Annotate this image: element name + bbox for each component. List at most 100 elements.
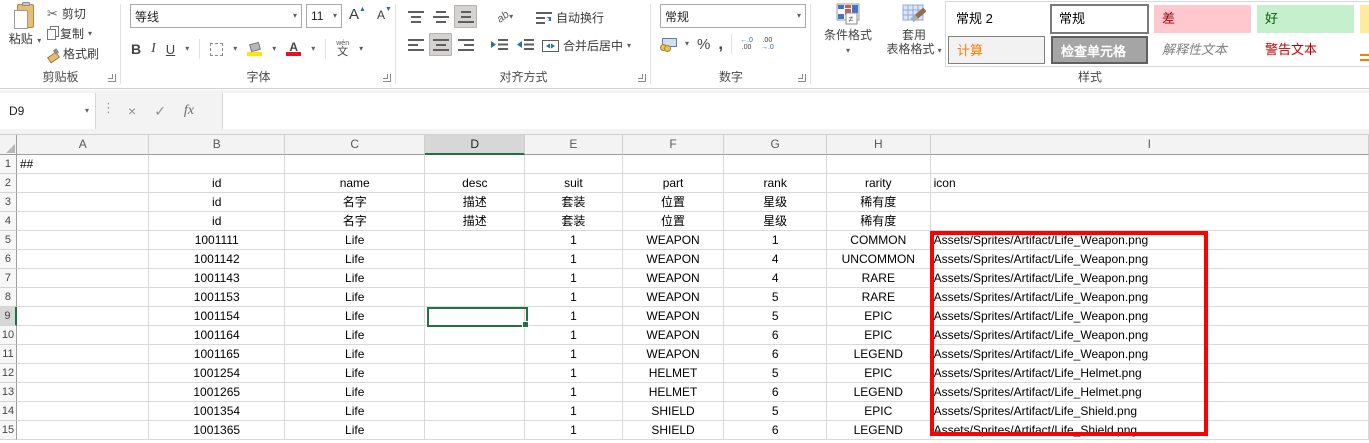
cell-I5[interactable]: Assets/Sprites/Artifact/Life_Weapon.png [931, 231, 1369, 250]
cell-F7[interactable]: WEAPON [623, 269, 725, 288]
cell-B6[interactable]: 1001142 [149, 250, 285, 269]
cell-B14[interactable]: 1001354 [149, 402, 285, 421]
cell-F11[interactable]: WEAPON [623, 345, 725, 364]
cell-F8[interactable]: WEAPON [623, 288, 725, 307]
row-header-12[interactable]: 12 [0, 364, 17, 383]
cell-H8[interactable]: RARE [827, 288, 931, 307]
align-top-button[interactable] [404, 5, 427, 28]
cell-G10[interactable]: 6 [724, 326, 827, 345]
cell-E10[interactable]: 1 [525, 326, 623, 345]
cell-A8[interactable] [17, 288, 150, 307]
cell-D8[interactable] [425, 288, 525, 307]
comma-style-button[interactable]: , [718, 39, 723, 49]
cell-E13[interactable]: 1 [525, 383, 623, 402]
cell-A13[interactable] [17, 383, 150, 402]
cell-I15[interactable]: Assets/Sprites/Artifact/Life_Shield.png [931, 421, 1369, 440]
cell-A15[interactable] [17, 421, 150, 440]
cell-D6[interactable] [425, 250, 525, 269]
formula-input[interactable] [222, 93, 1369, 129]
cell-E14[interactable]: 1 [525, 402, 623, 421]
font-color-button[interactable]: A [286, 42, 301, 56]
cell-D15[interactable] [425, 421, 525, 440]
cell-H4[interactable]: 稀有度 [827, 212, 931, 231]
cell-E6[interactable]: 1 [525, 250, 623, 269]
cell-I10[interactable]: Assets/Sprites/Artifact/Life_Weapon.png [931, 326, 1369, 345]
cell-I2[interactable]: icon [931, 174, 1369, 193]
cell-C10[interactable]: Life [285, 326, 425, 345]
cell-D1[interactable] [425, 155, 525, 174]
cell-A3[interactable] [17, 193, 150, 212]
cell-C8[interactable]: Life [285, 288, 425, 307]
format-painter-button[interactable]: 格式刷 [47, 44, 99, 63]
chevron-down-icon[interactable]: ▾ [333, 12, 337, 20]
cell-D5[interactable] [425, 231, 525, 250]
formula-bar-drag-handle[interactable]: ⋮ [102, 100, 115, 116]
cell-D4[interactable]: 描述 [425, 212, 525, 231]
row-header-7[interactable]: 7 [0, 269, 17, 288]
align-center-button[interactable] [429, 33, 452, 56]
cell-E9[interactable]: 1 [525, 307, 623, 326]
name-box[interactable]: D9 ▾ [0, 93, 96, 129]
cell-E4[interactable]: 套装 [525, 212, 623, 231]
align-right-button[interactable] [454, 33, 477, 56]
cell-B2[interactable]: id [149, 174, 285, 193]
number-dialog-launcher[interactable] [798, 74, 806, 82]
chevron-down-icon[interactable]: ▾ [293, 12, 297, 20]
cell-G2[interactable]: rank [724, 174, 827, 193]
cell-F12[interactable]: HELMET [623, 364, 725, 383]
cell-D7[interactable] [425, 269, 525, 288]
cell-E12[interactable]: 1 [525, 364, 623, 383]
cell-C1[interactable] [285, 155, 425, 174]
paste-dropdown-icon[interactable]: ▾ [37, 36, 41, 45]
cell-D11[interactable] [425, 345, 525, 364]
conditional-formatting-dropdown-icon[interactable]: ▾ [846, 46, 850, 55]
cell-B9[interactable]: 1001154 [149, 307, 285, 326]
cell-C11[interactable]: Life [285, 345, 425, 364]
row-header-9[interactable]: 9 [0, 307, 17, 326]
cell-H1[interactable] [827, 155, 931, 174]
cell-C2[interactable]: name [285, 174, 425, 193]
cell-H12[interactable]: EPIC [827, 364, 931, 383]
cell-E2[interactable]: suit [525, 174, 623, 193]
cell-G11[interactable]: 6 [724, 345, 827, 364]
cell-D14[interactable] [425, 402, 525, 421]
row-header-14[interactable]: 14 [0, 402, 17, 421]
cell-A5[interactable] [17, 231, 150, 250]
cell-E7[interactable]: 1 [525, 269, 623, 288]
cell-C15[interactable]: Life [285, 421, 425, 440]
decrease-decimal-button[interactable]: .00→.0 [761, 37, 774, 51]
cell-F15[interactable]: SHIELD [623, 421, 725, 440]
cell-I6[interactable]: Assets/Sprites/Artifact/Life_Weapon.png [931, 250, 1369, 269]
row-header-15[interactable]: 15 [0, 421, 17, 440]
cell-style-calculation[interactable]: 计算 [948, 36, 1045, 64]
cell-F6[interactable]: WEAPON [623, 250, 725, 269]
chevron-down-icon[interactable]: ▾ [797, 12, 801, 20]
accounting-format-icon[interactable] [660, 38, 677, 51]
cell-C6[interactable]: Life [285, 250, 425, 269]
cell-A9[interactable] [17, 307, 150, 326]
align-middle-button[interactable] [429, 5, 452, 28]
align-left-button[interactable] [404, 33, 427, 56]
cell-G13[interactable]: 6 [724, 383, 827, 402]
cell-A2[interactable] [17, 174, 150, 193]
row-header-2[interactable]: 2 [0, 174, 17, 193]
borders-dropdown-icon[interactable]: ▾ [233, 45, 237, 53]
fill-color-button[interactable] [247, 43, 262, 56]
cell-C12[interactable]: Life [285, 364, 425, 383]
font-dialog-launcher[interactable] [383, 74, 391, 82]
copy-dropdown-icon[interactable]: ▾ [88, 30, 92, 38]
cell-A11[interactable] [17, 345, 150, 364]
row-header-10[interactable]: 10 [0, 326, 17, 345]
cell-E5[interactable]: 1 [525, 231, 623, 250]
cell-H10[interactable]: EPIC [827, 326, 931, 345]
cell-style-good[interactable]: 好 [1257, 5, 1354, 33]
cell-F1[interactable] [623, 155, 725, 174]
number-format-combobox[interactable]: 常规 ▾ [660, 4, 806, 28]
cell-B3[interactable]: id [149, 193, 285, 212]
alignment-dialog-launcher[interactable] [638, 74, 646, 82]
cell-style-normal2[interactable]: 常规 2 [948, 5, 1045, 33]
name-box-dropdown-icon[interactable]: ▾ [85, 107, 89, 115]
conditional-formatting-button[interactable]: ≠ 条件格式 ▾ [819, 3, 877, 56]
increase-font-size-button[interactable]: A▲ [349, 6, 366, 24]
confirm-button[interactable]: ✓ [154, 103, 166, 120]
